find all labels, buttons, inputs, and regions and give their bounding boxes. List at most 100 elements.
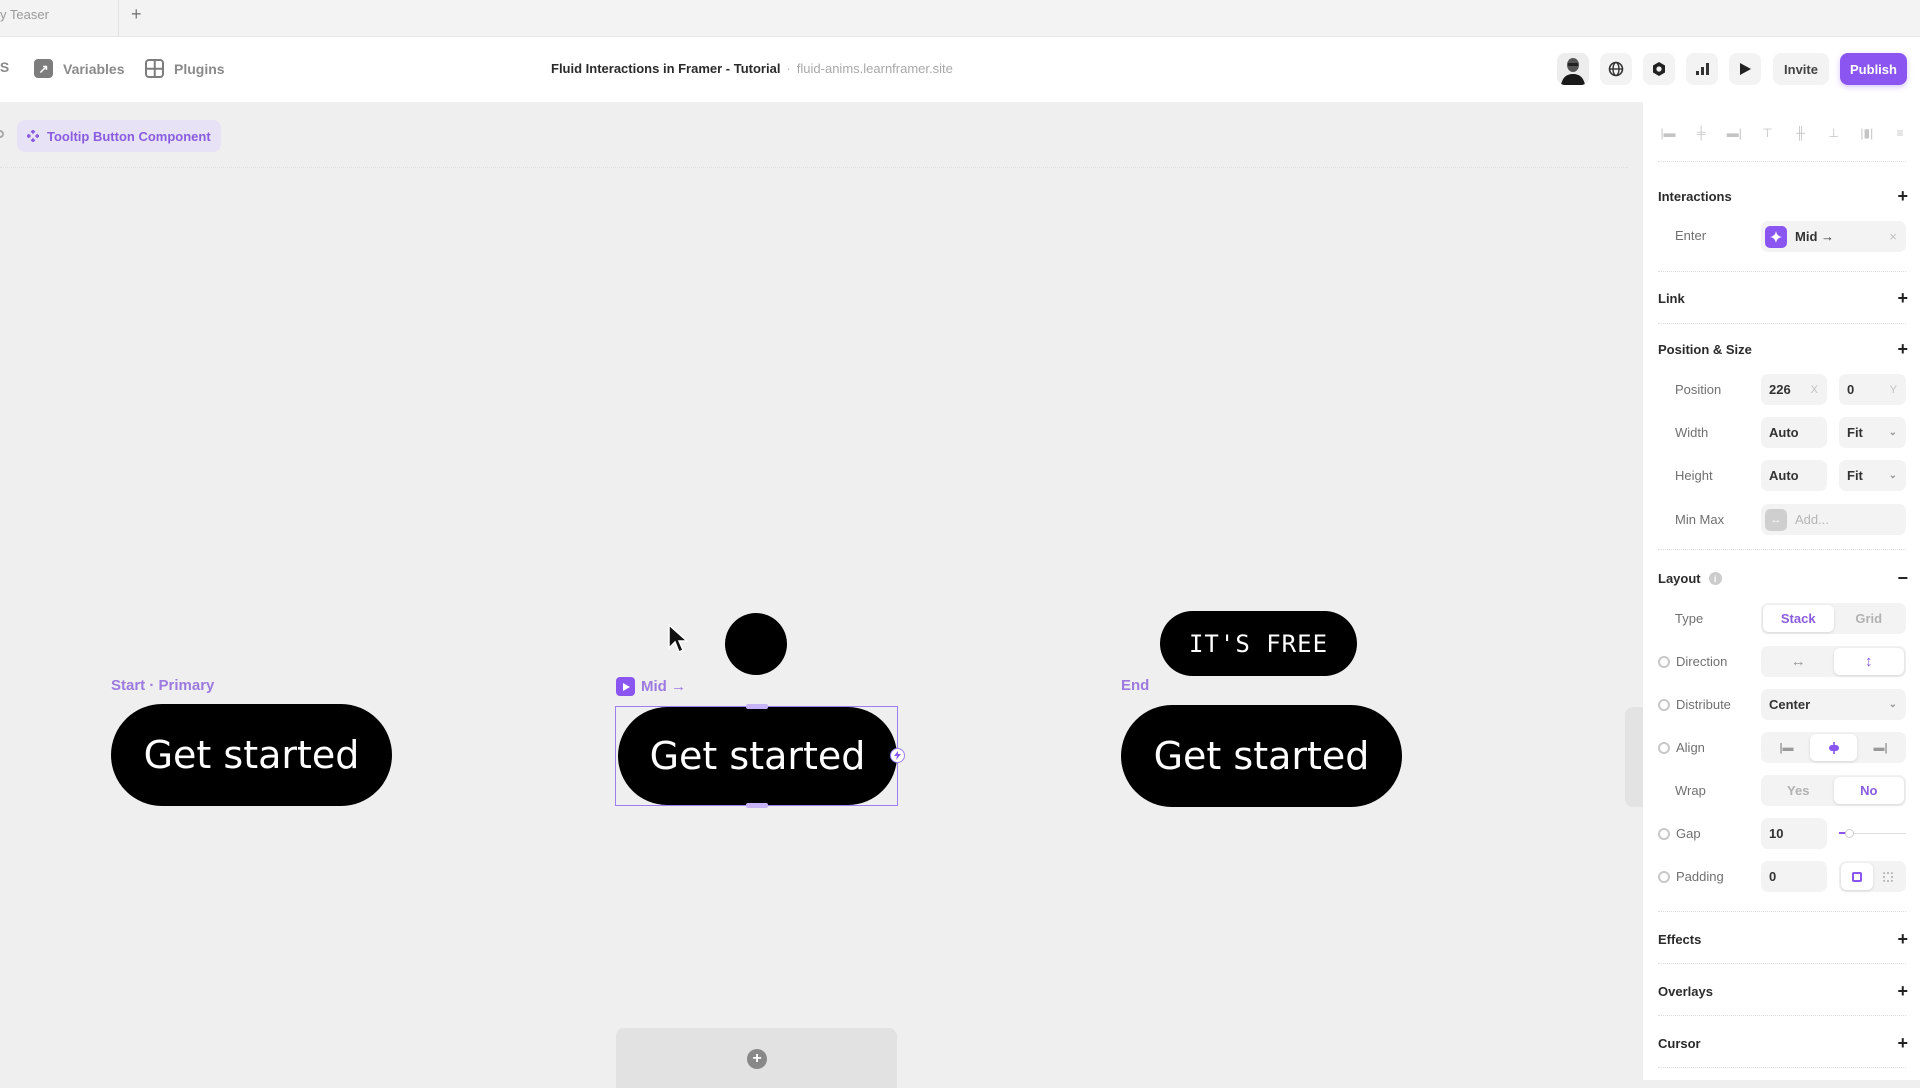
add-link-button[interactable]: + <box>1897 288 1908 309</box>
align-center-icon[interactable] <box>1810 734 1857 761</box>
distribute-value: Center <box>1769 697 1811 712</box>
document-title[interactable]: Fluid Interactions in Framer - Tutorial ·… <box>551 61 953 76</box>
globe-icon <box>1608 61 1624 77</box>
gap-input[interactable]: 10 <box>1761 818 1827 849</box>
canvas[interactable]: Tooltip Button Component Start · Primary… <box>0 102 1643 1088</box>
add-position-button[interactable]: + <box>1897 339 1908 360</box>
padding-uniform-icon[interactable] <box>1841 863 1873 890</box>
enter-label: Enter <box>1675 228 1707 243</box>
divider <box>1658 161 1906 162</box>
component-icon <box>27 130 39 142</box>
tooltip-collapsed-circle[interactable] <box>725 613 787 675</box>
layout-type-toggle: Stack Grid <box>1761 603 1906 634</box>
gap-slider[interactable] <box>1839 829 1906 838</box>
distribute-select[interactable]: Center ⌄ <box>1761 689 1906 720</box>
position-label: Position <box>1675 382 1722 397</box>
analytics-icon <box>1696 63 1709 75</box>
label-text: Align <box>1676 740 1705 755</box>
width-mode-value: Fit <box>1847 425 1863 440</box>
site-url: fluid-anims.learnframer.site <box>796 61 953 76</box>
distribute-h-icon[interactable]: |▮| <box>1858 126 1876 140</box>
type-grid-option[interactable]: Grid <box>1834 605 1905 632</box>
distribute-v-icon[interactable]: ≡ <box>1891 126 1909 140</box>
variant-end-button[interactable]: Get started <box>1121 705 1402 807</box>
minmax-input[interactable]: ↔ Add... <box>1761 504 1906 535</box>
invite-button[interactable]: Invite <box>1773 53 1829 85</box>
align-label: Align <box>1658 740 1705 755</box>
width-input[interactable]: Auto <box>1761 417 1827 448</box>
new-tab-button[interactable]: + <box>131 4 142 25</box>
add-overlay-button[interactable]: + <box>1897 981 1908 1002</box>
gap-value: 10 <box>1769 826 1784 841</box>
divider <box>1658 1015 1906 1016</box>
height-mode-value: Fit <box>1847 468 1863 483</box>
tab-teaser[interactable]: y Teaser <box>0 0 119 37</box>
add-variant-frame[interactable]: + <box>616 1028 897 1088</box>
variables-button[interactable]: ↗ Variables <box>34 59 125 78</box>
padding-individual-icon[interactable] <box>1873 863 1905 890</box>
add-interaction-button[interactable]: + <box>1897 186 1908 207</box>
canvas-scrollbar[interactable] <box>1625 707 1643 807</box>
breadcrumb-back-icon[interactable] <box>0 130 4 138</box>
remove-interaction-button[interactable]: × <box>1889 229 1897 244</box>
wrap-no-option[interactable]: No <box>1833 777 1904 804</box>
avatar[interactable] <box>1557 53 1589 85</box>
info-icon[interactable]: i <box>1708 572 1722 585</box>
sparkle-icon <box>1765 225 1787 248</box>
direction-horizontal-option[interactable]: ↔ <box>1763 648 1834 675</box>
add-cursor-button[interactable]: + <box>1897 1033 1908 1054</box>
variant-name: Mid → <box>641 678 686 695</box>
play-icon <box>1740 63 1751 75</box>
label-text: Distribute <box>1676 697 1731 712</box>
collapse-layout-button[interactable]: − <box>1897 568 1908 589</box>
direction-vertical-option[interactable]: ↕ <box>1833 648 1904 675</box>
section-title: Layout <box>1658 571 1701 586</box>
x-value: 226 <box>1769 382 1791 397</box>
cms-button[interactable]: IS <box>0 59 9 75</box>
align-center-v-icon[interactable]: ╫ <box>1792 126 1810 140</box>
align-left-icon[interactable]: |▬ <box>1659 126 1677 140</box>
height-input[interactable]: Auto <box>1761 460 1827 491</box>
resize-handle-bottom[interactable] <box>746 803 768 808</box>
width-value: Auto <box>1769 425 1799 440</box>
minmax-icon: ↔ <box>1765 508 1787 531</box>
position-y-input[interactable]: 0Y <box>1839 374 1906 405</box>
variant-label-mid[interactable]: Mid → <box>616 677 686 696</box>
width-mode-select[interactable]: Fit ⌄ <box>1839 417 1906 448</box>
settings-button[interactable] <box>1643 53 1675 85</box>
tooltip-its-free[interactable]: IT'S FREE <box>1160 611 1357 676</box>
settings-icon <box>1653 62 1665 76</box>
add-effect-button[interactable]: + <box>1897 929 1908 950</box>
analytics-button[interactable] <box>1686 53 1718 85</box>
variant-label-start[interactable]: Start · Primary <box>111 677 214 694</box>
globe-button[interactable] <box>1600 53 1632 85</box>
align-bottom-icon[interactable]: ⊥ <box>1825 126 1843 140</box>
selection-box[interactable] <box>615 704 905 808</box>
gap-slider-thumb[interactable] <box>1845 829 1854 838</box>
resize-handle-top[interactable] <box>746 704 768 709</box>
minmax-placeholder: Add... <box>1795 512 1829 527</box>
publish-button[interactable]: Publish <box>1840 53 1907 85</box>
position-x-input[interactable]: 226 X <box>1761 374 1827 405</box>
interaction-connector-icon[interactable] <box>890 748 905 763</box>
label-text: Gap <box>1676 826 1701 841</box>
height-mode-select[interactable]: Fit ⌄ <box>1839 460 1906 491</box>
align-right-icon[interactable]: ▬| <box>1725 126 1743 140</box>
interaction-target[interactable]: Mid → × <box>1761 221 1906 252</box>
variant-start-button[interactable]: Get started <box>111 704 392 806</box>
add-variant-icon[interactable]: + <box>747 1049 767 1069</box>
variant-label-end[interactable]: End <box>1121 677 1149 694</box>
preview-button[interactable] <box>1729 53 1761 85</box>
section-title: Interactions <box>1658 189 1732 204</box>
section-title: Link <box>1658 291 1685 306</box>
align-top-icon[interactable]: ⊤ <box>1758 126 1776 140</box>
padding-input[interactable]: 0 <box>1761 861 1827 892</box>
toolbar: IS ↗ Variables Plugins Fluid Interaction… <box>0 37 1920 102</box>
wrap-yes-option[interactable]: Yes <box>1763 777 1834 804</box>
align-end-icon[interactable]: ▬| <box>1857 734 1904 761</box>
type-stack-option[interactable]: Stack <box>1763 605 1834 632</box>
breadcrumb-component[interactable]: Tooltip Button Component <box>17 120 221 152</box>
align-start-icon[interactable]: |▬ <box>1763 734 1810 761</box>
plugins-button[interactable]: Plugins <box>145 59 225 78</box>
align-center-h-icon[interactable]: ╪ <box>1692 126 1710 140</box>
